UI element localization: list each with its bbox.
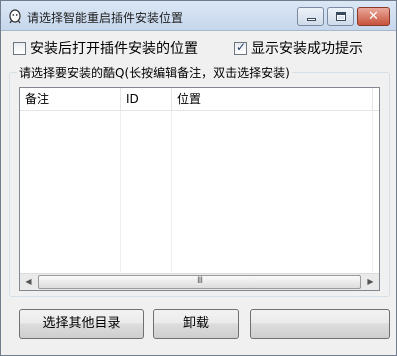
column-divider [171,111,172,272]
uninstall-button[interactable]: 卸载 [153,309,239,339]
close-button[interactable]: ✕ [357,7,390,26]
list-body[interactable] [20,111,379,272]
scroll-left-icon[interactable]: ◀ [20,274,37,290]
list-header: 备注 ID 位置 [20,88,379,111]
maximize-button[interactable] [327,7,354,26]
minimize-button[interactable] [297,7,324,26]
scroll-thumb[interactable]: III [38,275,361,289]
column-divider [120,111,121,272]
target-list[interactable]: 备注 ID 位置 ◀ III ▶ [19,87,380,291]
column-header-id[interactable]: ID [121,88,172,111]
choose-other-directory-button[interactable]: 选择其他目录 [19,309,144,339]
column-header-filler [373,88,379,111]
title-bar[interactable]: 请选择智能重启插件安装位置 ✕ [1,1,396,31]
scroll-right-icon[interactable]: ▶ [362,274,379,290]
window-title: 请选择智能重启插件安装位置 [27,11,184,25]
app-icon [9,9,21,24]
open-location-checkbox[interactable] [13,41,26,55]
show-success-option[interactable]: 显示安装成功提示 [234,39,363,57]
maximize-icon [336,12,346,21]
close-icon: ✕ [368,9,379,24]
open-location-option[interactable]: 安装后打开插件安装的位置 [13,39,198,57]
show-success-checkbox[interactable] [234,40,247,55]
show-success-label[interactable]: 显示安装成功提示 [251,38,363,58]
installer-window: 请选择智能重启插件安装位置 ✕ 安装后打开插件安装的位置 显示安装成功提示 请选… [0,0,397,356]
group-caption: 请选择要安装的酷Q(长按编辑备注，双击选择安装) [17,64,292,81]
column-header-note[interactable]: 备注 [20,88,121,111]
horizontal-scrollbar[interactable]: ◀ III ▶ [20,273,379,290]
column-header-location[interactable]: 位置 [172,88,373,111]
open-location-label[interactable]: 安装后打开插件安装的位置 [30,38,198,58]
column-divider [372,111,373,272]
blank-button[interactable] [250,309,390,339]
minimize-icon [307,18,316,21]
